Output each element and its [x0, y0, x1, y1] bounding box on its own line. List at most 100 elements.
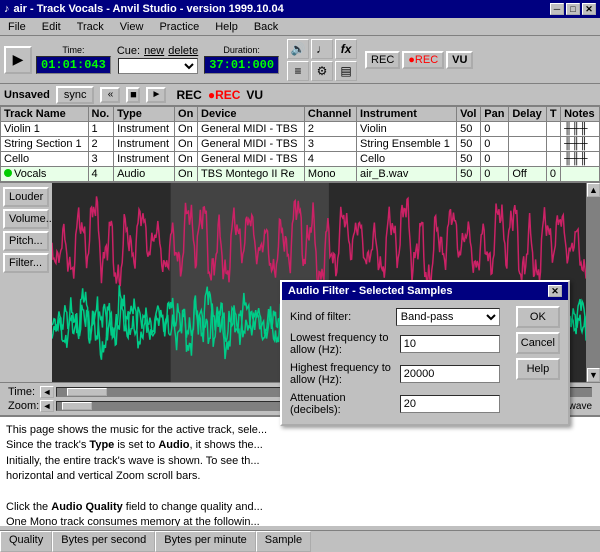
menu-help[interactable]: Help	[211, 20, 242, 34]
cue-delete-btn[interactable]: delete	[168, 45, 198, 57]
table-cell: 50	[457, 137, 481, 152]
nav-prev-button[interactable]: «	[100, 87, 120, 103]
table-cell: 3	[304, 137, 356, 152]
piano-icon[interactable]: ♩	[311, 39, 333, 59]
nav-stop-button[interactable]: ■	[126, 87, 140, 103]
table-cell: General MIDI - TBS	[198, 122, 305, 137]
zoom-scrollbar-thumb[interactable]	[62, 402, 92, 410]
vertical-scrollbar[interactable]: ▲ ▼	[586, 183, 600, 382]
dialog-help-button[interactable]: Help	[516, 358, 560, 380]
tab-bytes-per-minute[interactable]: Bytes per minute	[155, 531, 256, 552]
settings-icon[interactable]: ⚙	[311, 61, 333, 81]
scroll-down-btn[interactable]: ▼	[587, 368, 600, 382]
nav-next-button[interactable]: ►	[146, 87, 166, 103]
track-table: Track Name No. Type On Device Channel In…	[0, 106, 600, 182]
th-name: Track Name	[1, 107, 89, 122]
table-header-row: Track Name No. Type On Device Channel In…	[1, 107, 600, 122]
filter-kind-row: Kind of filter: Band-pass Low-pass High-…	[290, 308, 500, 326]
table-cell: Violin 1	[1, 122, 89, 137]
table-cell: Instrument	[114, 152, 175, 167]
volume-button[interactable]: Volume...	[3, 209, 49, 229]
table-cell: String Section 1	[1, 137, 89, 152]
dialog-cancel-button[interactable]: Cancel	[516, 332, 560, 354]
table-cell	[509, 152, 547, 167]
table-cell: 4	[88, 167, 114, 182]
attenuation-label: Attenuation (decibels):	[290, 392, 396, 416]
pitch-button[interactable]: Pitch...	[3, 231, 49, 251]
table-cell: 0	[481, 167, 509, 182]
menu-view[interactable]: View	[116, 20, 148, 34]
menu-edit[interactable]: Edit	[38, 20, 65, 34]
table-cell: On	[175, 167, 198, 182]
dialog-close-btn[interactable]: ✕	[548, 285, 562, 297]
vu-button[interactable]: VU	[446, 51, 473, 69]
table-cell: air_B.wav	[357, 167, 457, 182]
play-button[interactable]: ▶	[4, 46, 32, 74]
left-buttons: Louder Volume... Pitch... Filter...	[0, 183, 52, 382]
scroll-up-btn[interactable]: ▲	[587, 183, 600, 197]
time-scroll-left[interactable]: ◄	[40, 386, 54, 398]
rec-active-label: ●REC	[208, 88, 241, 102]
extra-icon[interactable]: ▤	[335, 61, 357, 81]
close-button[interactable]: ✕	[582, 3, 596, 15]
th-type: Type	[114, 107, 175, 122]
table-cell: 0	[481, 137, 509, 152]
window-title: air - Track Vocals - Anvil Studio - vers…	[14, 3, 284, 15]
time-display: 01:01:043	[36, 56, 111, 74]
table-cell	[546, 152, 560, 167]
dialog-ok-button[interactable]: OK	[516, 306, 560, 328]
cue-dropdown[interactable]	[118, 58, 198, 74]
table-cell: ╫╫╫	[561, 137, 600, 152]
table-cell	[509, 122, 547, 137]
table-cell: Instrument	[114, 122, 175, 137]
table-cell: String Ensemble 1	[357, 137, 457, 152]
filter-button[interactable]: Filter...	[3, 253, 49, 273]
menu-track[interactable]: Track	[73, 20, 108, 34]
table-cell: 50	[457, 167, 481, 182]
mixer-icon[interactable]: ≡	[287, 61, 309, 81]
table-cell: 1	[88, 122, 114, 137]
menu-practice[interactable]: Practice	[155, 20, 203, 34]
table-cell: General MIDI - TBS	[198, 152, 305, 167]
tab-quality[interactable]: Quality	[0, 531, 52, 552]
rec-button[interactable]: REC	[365, 51, 400, 69]
cue-new-btn[interactable]: new	[144, 45, 164, 57]
menu-bar: File Edit Track View Practice Help Back	[0, 18, 600, 36]
description-text: This page shows the music for the active…	[6, 423, 594, 526]
lowest-freq-input[interactable]	[400, 335, 500, 353]
sync-button[interactable]: sync	[56, 86, 95, 104]
louder-button[interactable]: Louder	[3, 187, 49, 207]
vu-label: VU	[246, 88, 263, 102]
volume-icon[interactable]: 🔊	[287, 39, 309, 59]
table-cell: TBS Montego II Re	[198, 167, 305, 182]
time-scrollbar-thumb[interactable]	[67, 388, 107, 396]
table-cell: ╫╫╫	[561, 122, 600, 137]
table-row[interactable]: Violin 11InstrumentOnGeneral MIDI - TBS2…	[1, 122, 600, 137]
duration-display: 37:01:000	[204, 56, 279, 74]
attenuation-input[interactable]	[400, 395, 500, 413]
table-cell: 2	[88, 137, 114, 152]
tab-sample[interactable]: Sample	[256, 531, 311, 552]
audio-filter-dialog: Audio Filter - Selected Samples ✕ Kind o…	[280, 280, 570, 426]
zoom-scroll-left[interactable]: ◄	[40, 400, 54, 412]
highest-freq-input[interactable]	[400, 365, 500, 383]
table-row[interactable]: Cello3InstrumentOnGeneral MIDI - TBS4Cel…	[1, 152, 600, 167]
fx-icon[interactable]: fx	[335, 39, 357, 59]
title-bar: ♪ air - Track Vocals - Anvil Studio - ve…	[0, 0, 600, 18]
menu-file[interactable]: File	[4, 20, 30, 34]
menu-back[interactable]: Back	[250, 20, 282, 34]
tab-bytes-per-second[interactable]: Bytes per second	[52, 531, 155, 552]
dialog-form: Kind of filter: Band-pass Low-pass High-…	[282, 300, 508, 424]
table-cell: On	[175, 122, 198, 137]
bottom-tabs: Quality Bytes per second Bytes per minut…	[0, 530, 600, 552]
dialog-title-bar: Audio Filter - Selected Samples ✕	[282, 282, 568, 300]
rec-label: REC	[176, 88, 201, 102]
table-row[interactable]: Vocals4AudioOnTBS Montego II ReMonoair_B…	[1, 167, 600, 182]
rec-red-button[interactable]: ●REC	[402, 51, 444, 69]
filter-kind-select[interactable]: Band-pass Low-pass High-pass Notch	[396, 308, 500, 326]
minimize-button[interactable]: ─	[550, 3, 564, 15]
table-row[interactable]: String Section 12InstrumentOnGeneral MID…	[1, 137, 600, 152]
table-cell	[546, 137, 560, 152]
table-cell: Off	[509, 167, 547, 182]
maximize-button[interactable]: □	[566, 3, 580, 15]
